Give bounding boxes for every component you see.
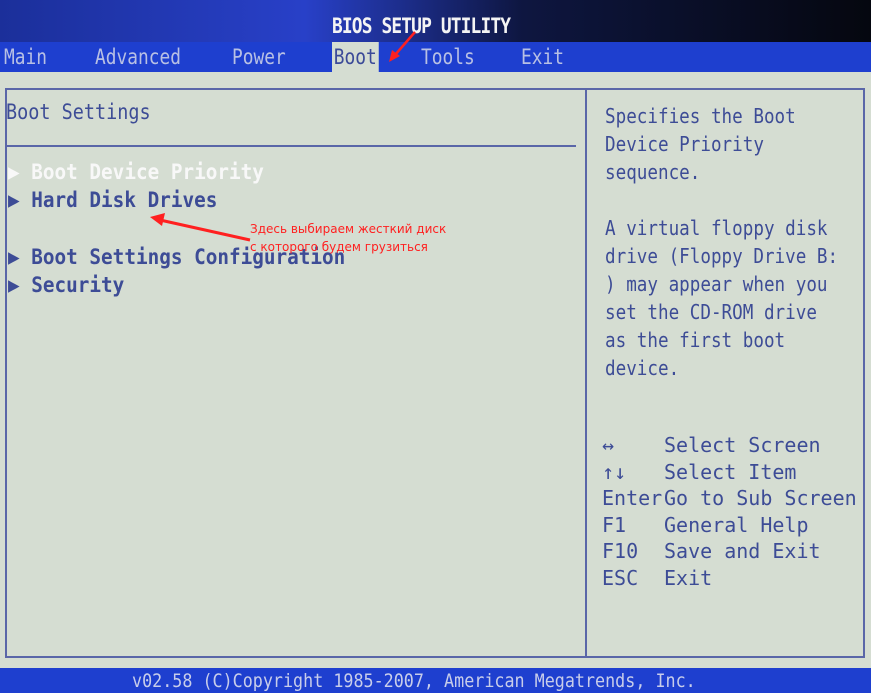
footer-bar: v02.58 (C)Copyright 1985-2007, American … bbox=[0, 668, 871, 693]
annotation-arrow-head bbox=[150, 213, 165, 226]
annotation-line: Здесь выбираем жесткий диск bbox=[250, 222, 447, 236]
annotation-arrow-line bbox=[159, 218, 251, 242]
annotation-text: Здесь выбираем жесткий диск с которого б… bbox=[250, 220, 446, 256]
tab-arrow-line bbox=[394, 31, 416, 56]
annotation-arrows bbox=[150, 31, 416, 242]
bios-screen: BIOS SETUP UTILITY Main Advanced Power B… bbox=[0, 0, 871, 693]
annotation-line: с которого будем грузиться bbox=[250, 240, 428, 254]
copyright-text: v02.58 (C)Copyright 1985-2007, American … bbox=[132, 670, 696, 692]
